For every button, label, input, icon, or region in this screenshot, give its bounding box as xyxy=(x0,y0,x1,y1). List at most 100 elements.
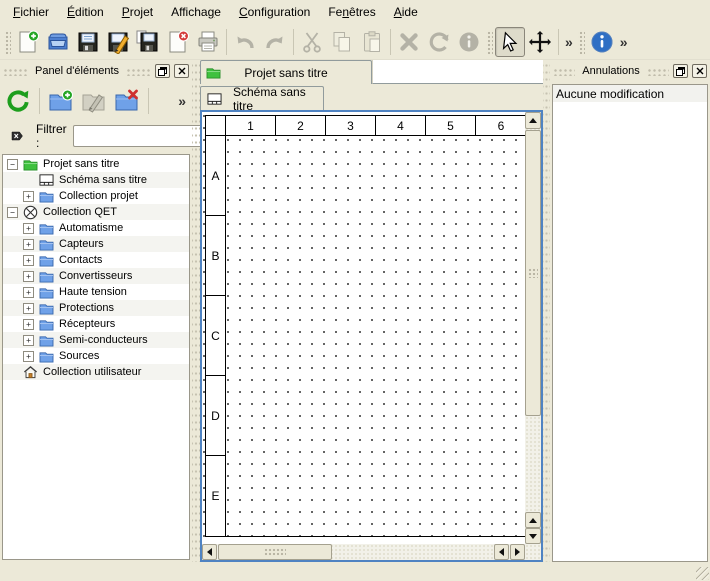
dock-drag-handle[interactable] xyxy=(647,67,669,76)
tree-item[interactable]: +Protections xyxy=(3,300,189,316)
undo-button[interactable] xyxy=(230,27,260,57)
float-panel-button[interactable] xyxy=(155,64,170,78)
close-file-button[interactable] xyxy=(163,27,193,57)
dock-drag-handle[interactable] xyxy=(126,67,151,76)
window-resize-grip[interactable] xyxy=(696,567,709,580)
menu-fichier[interactable]: Fichier xyxy=(4,2,58,22)
right-splitter[interactable] xyxy=(543,60,550,562)
delete-button[interactable] xyxy=(394,27,424,57)
workspace: Projet sans titre Schéma sans titre 1234… xyxy=(200,60,543,562)
expand-toggle[interactable]: + xyxy=(23,287,34,298)
menu-projet[interactable]: Projet xyxy=(113,2,162,22)
toolbar-separator xyxy=(293,29,294,55)
save-all-button[interactable] xyxy=(133,27,163,57)
horizontal-scroll-thumb[interactable] xyxy=(218,544,332,560)
expand-toggle[interactable]: + xyxy=(23,303,34,314)
cut-button[interactable] xyxy=(297,27,327,57)
new-category-button[interactable] xyxy=(46,86,76,116)
tree-item[interactable]: Collection utilisateur xyxy=(3,364,189,380)
vertical-scroll-thumb[interactable] xyxy=(525,130,541,416)
expand-toggle[interactable]: + xyxy=(23,239,34,250)
tree-item[interactable]: −Collection QET xyxy=(3,204,189,220)
menu-aide[interactable]: Aide xyxy=(385,2,427,22)
tree-item[interactable]: +Sources xyxy=(3,348,189,364)
tree-item-label: Récepteurs xyxy=(59,318,115,330)
copy-button[interactable] xyxy=(327,27,357,57)
row-header: B xyxy=(206,216,226,296)
tree-item-label: Schéma sans titre xyxy=(59,174,147,186)
expand-toggle[interactable]: + xyxy=(23,255,34,266)
print-button[interactable] xyxy=(193,27,223,57)
tab-project[interactable]: Projet sans titre xyxy=(200,60,372,84)
row-header: D xyxy=(206,376,226,456)
scroll-down-button[interactable] xyxy=(525,528,541,544)
home-icon xyxy=(23,365,38,380)
tab-schema[interactable]: Schéma sans titre xyxy=(200,86,324,110)
paste-button[interactable] xyxy=(357,27,387,57)
pan-mode-button[interactable] xyxy=(525,27,555,57)
expand-toggle[interactable]: + xyxy=(23,223,34,234)
dock-drag-handle[interactable] xyxy=(3,67,28,76)
menu-bar: FichierÉditionProjetAffichageConfigurati… xyxy=(0,0,710,24)
toolbar-overflow-button[interactable]: » xyxy=(617,27,631,57)
reload-collections-button[interactable] xyxy=(3,86,33,116)
scroll-left-button[interactable] xyxy=(202,544,217,560)
close-panel-button[interactable] xyxy=(174,64,189,78)
toolbar-separator xyxy=(39,88,40,114)
expand-toggle[interactable]: + xyxy=(23,319,34,330)
open-document-button[interactable] xyxy=(43,27,73,57)
properties-button[interactable] xyxy=(454,27,484,57)
left-splitter[interactable] xyxy=(192,60,200,562)
edit-category-button[interactable] xyxy=(79,86,109,116)
scroll-up-button-bottom[interactable] xyxy=(525,512,541,528)
menu-edition[interactable]: Édition xyxy=(58,2,113,22)
scroll-right-button[interactable] xyxy=(510,544,525,560)
selection-mode-button[interactable] xyxy=(495,27,525,57)
delete-category-button[interactable] xyxy=(112,86,142,116)
tree-item[interactable]: +Contacts xyxy=(3,252,189,268)
delete-folder-icon xyxy=(114,89,140,113)
toolbar-overflow-button[interactable]: » xyxy=(175,86,189,116)
tree-item[interactable]: + Semi-conducteurs xyxy=(3,332,189,348)
undo-list-item[interactable]: Aucune modification xyxy=(553,85,707,102)
clear-filter-button[interactable] xyxy=(4,124,30,148)
tree-item[interactable]: +Automatisme xyxy=(3,220,189,236)
tree-item[interactable]: + Récepteurs xyxy=(3,316,189,332)
save-button[interactable] xyxy=(73,27,103,57)
tree-item-label: Semi-conducteurs xyxy=(59,334,148,346)
new-document-button[interactable] xyxy=(13,27,43,57)
expand-toggle[interactable]: + xyxy=(23,191,34,202)
scroll-up-button[interactable] xyxy=(525,112,541,129)
save-as-button[interactable] xyxy=(103,27,133,57)
float-panel-button[interactable] xyxy=(673,64,688,78)
toolbar-handle[interactable] xyxy=(486,30,493,54)
expand-toggle[interactable]: + xyxy=(23,351,34,362)
toolbar-handle[interactable] xyxy=(4,30,11,54)
tree-item[interactable]: +Convertisseurs xyxy=(3,268,189,284)
tree-item[interactable]: +Haute tension xyxy=(3,284,189,300)
rotate-button[interactable] xyxy=(424,27,454,57)
tree-item[interactable]: Schéma sans titre xyxy=(3,172,189,188)
dock-drag-handle[interactable] xyxy=(553,67,575,76)
menu-affichage[interactable]: Affichage xyxy=(162,2,230,22)
collapse-toggle[interactable]: − xyxy=(7,159,18,170)
horizontal-scrollbar[interactable] xyxy=(202,544,525,560)
redo-button[interactable] xyxy=(260,27,290,57)
toolbar-handle[interactable] xyxy=(578,30,585,54)
info-blue-icon xyxy=(590,30,614,54)
tree-item[interactable]: +Collection projet xyxy=(3,188,189,204)
scroll-left-button-right[interactable] xyxy=(494,544,509,560)
menu-configuration[interactable]: Configuration xyxy=(230,2,319,22)
collapse-toggle[interactable]: − xyxy=(7,207,18,218)
tree-item[interactable]: +Capteurs xyxy=(3,236,189,252)
diagram-canvas[interactable]: 123456 ABCDE xyxy=(202,112,525,544)
tree-item[interactable]: −Projet sans titre xyxy=(3,156,189,172)
toolbar-overflow-button[interactable]: » xyxy=(562,27,576,57)
expand-toggle[interactable]: + xyxy=(23,335,34,346)
vertical-scrollbar[interactable] xyxy=(525,112,541,544)
menu-fenetres[interactable]: Fenêtres xyxy=(319,2,384,22)
about-button[interactable] xyxy=(587,27,617,57)
open-icon xyxy=(46,30,70,54)
close-panel-button[interactable] xyxy=(692,64,707,78)
expand-toggle[interactable]: + xyxy=(23,271,34,282)
